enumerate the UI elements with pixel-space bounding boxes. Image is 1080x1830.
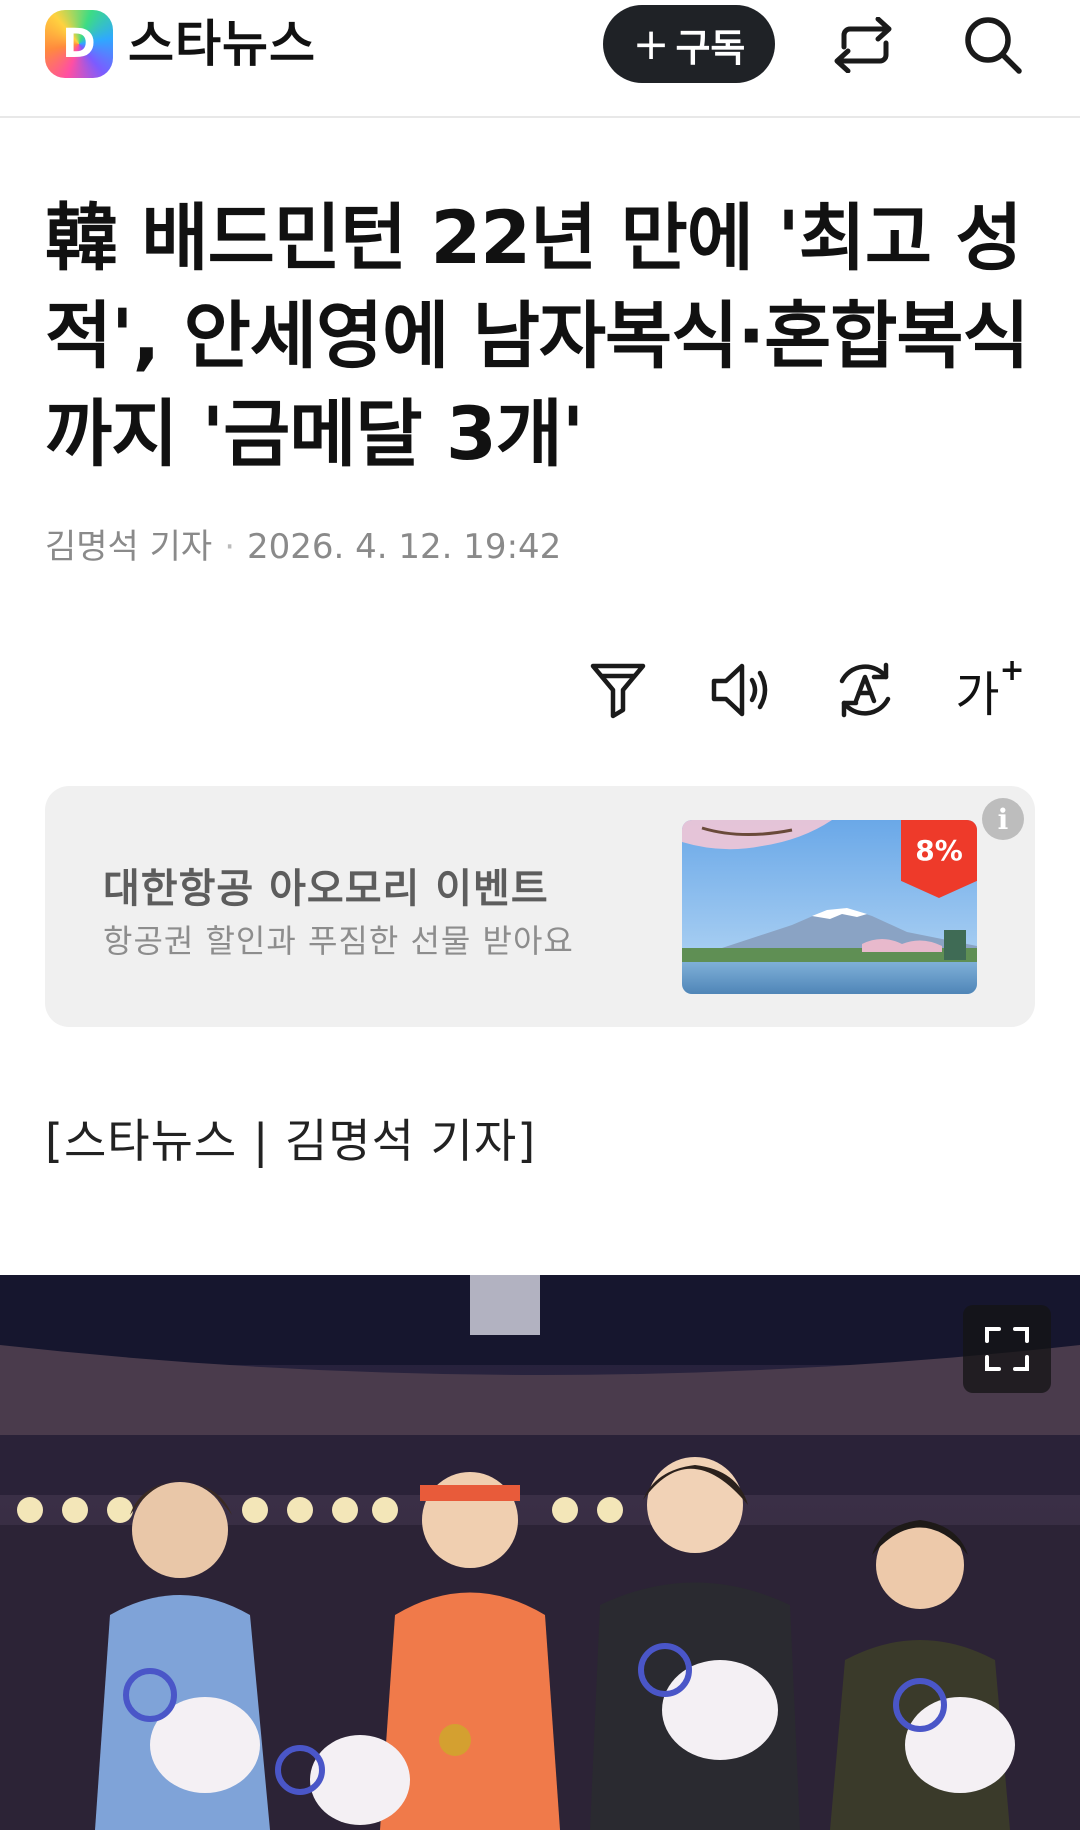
- translate-icon[interactable]: [825, 650, 905, 730]
- expand-image-icon[interactable]: [963, 1305, 1051, 1393]
- subscribe-label: 구독: [675, 25, 746, 70]
- share-icon[interactable]: [830, 10, 900, 80]
- daum-logo[interactable]: D: [45, 10, 113, 78]
- publish-datetime: 2026. 4. 12. 19:42: [247, 527, 562, 567]
- ad-banner[interactable]: 대한항공 아오모리 이벤트 항공권 할인과 푸짐한 선물 받아요 8% i: [45, 786, 1035, 1027]
- subscribe-button[interactable]: + 구독: [603, 5, 775, 83]
- speaker-icon[interactable]: [702, 650, 782, 730]
- article-byline: [스타뉴스 | 김명석 기자]: [45, 1114, 537, 1168]
- logo-letter: D: [62, 21, 96, 67]
- article-title: 韓 배드민턴 22년 만에 '최고 성적', 안세영에 남자복식·혼합복식까지 …: [45, 196, 1030, 477]
- summary-filter-icon[interactable]: [578, 650, 658, 730]
- plus-icon: +: [632, 18, 670, 70]
- article-photo[interactable]: [0, 1275, 1080, 1830]
- ad-title: 대한항공 아오모리 이벤트: [103, 866, 549, 912]
- ad-info-icon[interactable]: i: [982, 798, 1024, 840]
- font-size-label: 가: [955, 667, 1000, 723]
- meta-separator: ·: [224, 527, 236, 567]
- ad-image: 8%: [682, 820, 977, 994]
- article-meta: 김명석 기자 · 2026. 4. 12. 19:42: [45, 525, 561, 569]
- font-size-button[interactable]: 가 +: [950, 650, 1030, 730]
- search-icon[interactable]: [958, 10, 1028, 80]
- reporter-name[interactable]: 김명석 기자: [45, 527, 212, 567]
- top-bar: D 스타뉴스 + 구독: [0, 0, 1080, 118]
- press-name[interactable]: 스타뉴스: [128, 12, 316, 76]
- plus-icon: +: [999, 652, 1025, 688]
- podium-photo-illustration: [0, 1275, 1080, 1830]
- ad-description: 항공권 할인과 푸짐한 선물 받아요: [103, 922, 574, 960]
